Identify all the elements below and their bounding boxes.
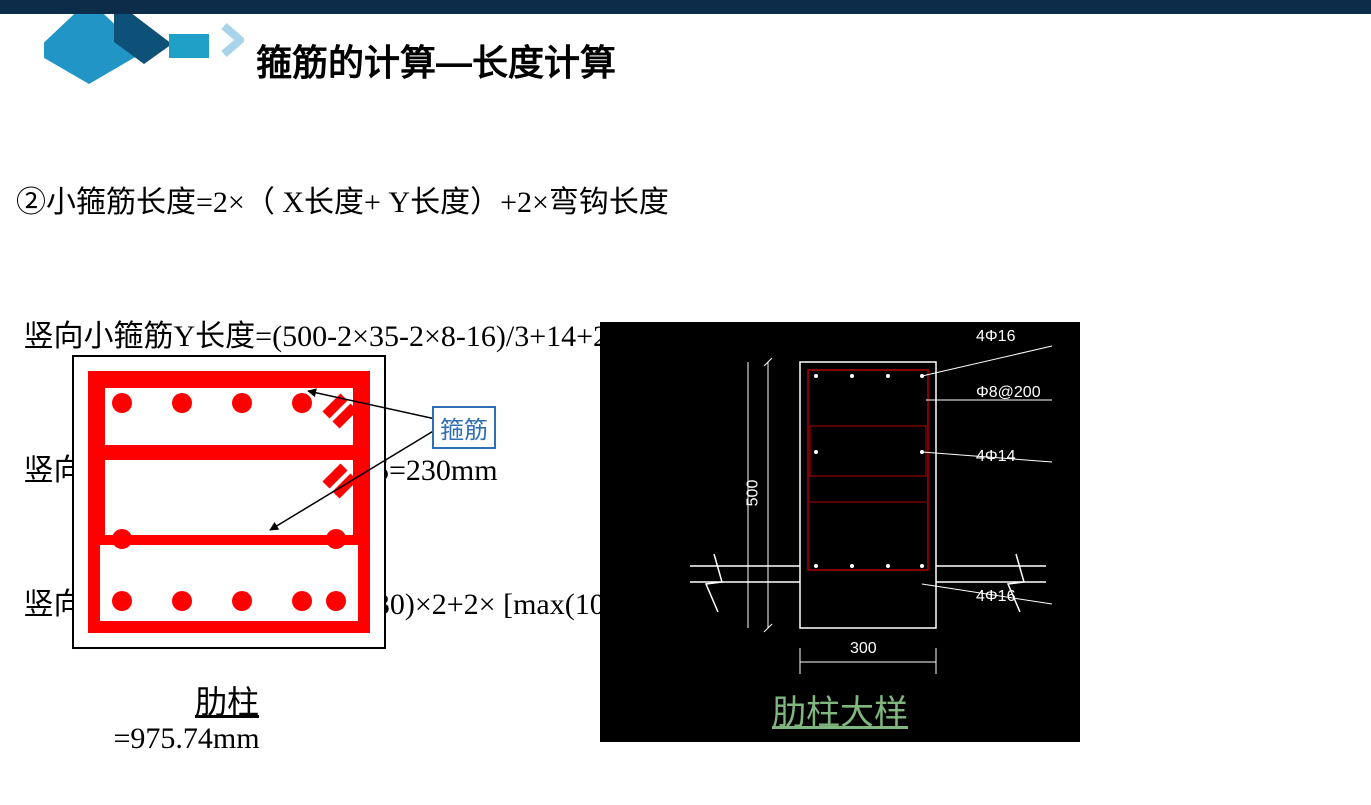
right-caption: 肋柱大样 [600,685,1080,734]
dim-height: 500 [744,480,762,507]
stirrup-label: 箍筋 [432,406,496,449]
left-diagram: 肋柱 [72,355,382,723]
page-title: 箍筋的计算—长度计算 [256,34,616,86]
dim-mid-rebar: 4Φ14 [976,448,1015,466]
header-decor-icon [44,14,244,84]
rib-column-section-icon [74,357,384,647]
dim-stirrup-spec: Φ8@200 [976,384,1041,402]
formula-line-1: ②小箍筋长度=2×（ X长度+ Y长度）+2×弯钩长度 [16,180,786,224]
right-diagram: 4Φ16 Φ8@200 4Φ14 4Φ16 500 300 肋柱大样 [600,322,1080,742]
dim-width: 300 [850,640,877,658]
dim-top-rebar: 4Φ16 [976,328,1015,346]
left-caption: 肋柱 [72,677,382,723]
top-bar [0,0,1371,14]
dim-bot-rebar: 4Φ16 [976,588,1015,606]
